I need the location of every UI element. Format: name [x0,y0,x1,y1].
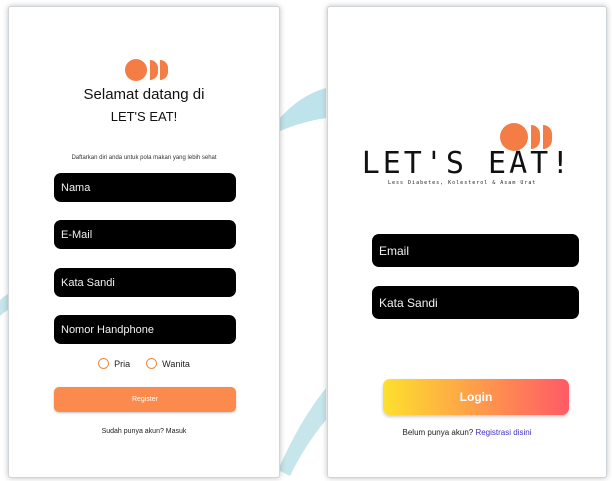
logo-dots-icon [500,123,556,151]
register-button[interactable]: Register [54,387,236,412]
logo-dots-icon [125,59,170,83]
register-prompt: Belum punya akun? Registrasi disini [328,428,606,437]
radio-pria-label: Pria [114,358,131,369]
phone-field-placeholder: Nomor Handphone [61,323,154,336]
register-subtitle: Daftarkan diri anda untuk pola makan yan… [71,155,217,161]
password-field[interactable]: Kata Sandi [54,268,236,297]
login-email-placeholder: Email [379,243,410,258]
radio-pria[interactable]: Pria [98,358,130,369]
register-link[interactable]: Registrasi disini [475,428,531,437]
phone-field[interactable]: Nomor Handphone [54,315,236,344]
radio-wanita[interactable]: Wanita [146,358,190,369]
register-prompt-text: Belum punya akun? [402,428,474,437]
brand-title: LET'S EAT! [361,146,573,181]
login-password-placeholder: Kata Sandi [379,295,438,310]
email-field[interactable]: E-Mail [54,220,236,249]
password-field-placeholder: Kata Sandi [61,276,115,289]
login-screen: LET'S EAT! Less Diabetes, Kolesterol & A… [327,6,607,478]
login-button[interactable]: Login [383,379,569,415]
login-email-field[interactable]: Email [372,234,579,267]
brand-tagline: Less Diabetes, Kolesterol & Asam Urat [388,180,537,186]
gender-radio-group: Pria Wanita [9,358,279,369]
welcome-brand: LET'S EAT! [110,109,178,124]
email-field-placeholder: E-Mail [61,228,93,241]
radio-circle-icon [98,358,110,369]
login-password-field[interactable]: Kata Sandi [372,286,579,319]
login-prompt[interactable]: Sudah punya akun? Masuk [9,428,279,435]
name-field-placeholder: Nama [61,181,91,194]
name-field[interactable]: Nama [54,173,236,202]
register-screen: Selamat datang di LET'S EAT! Daftarkan d… [8,6,280,478]
radio-circle-icon [146,358,158,369]
radio-wanita-label: Wanita [162,358,190,369]
welcome-title: Selamat datang di [83,86,205,103]
